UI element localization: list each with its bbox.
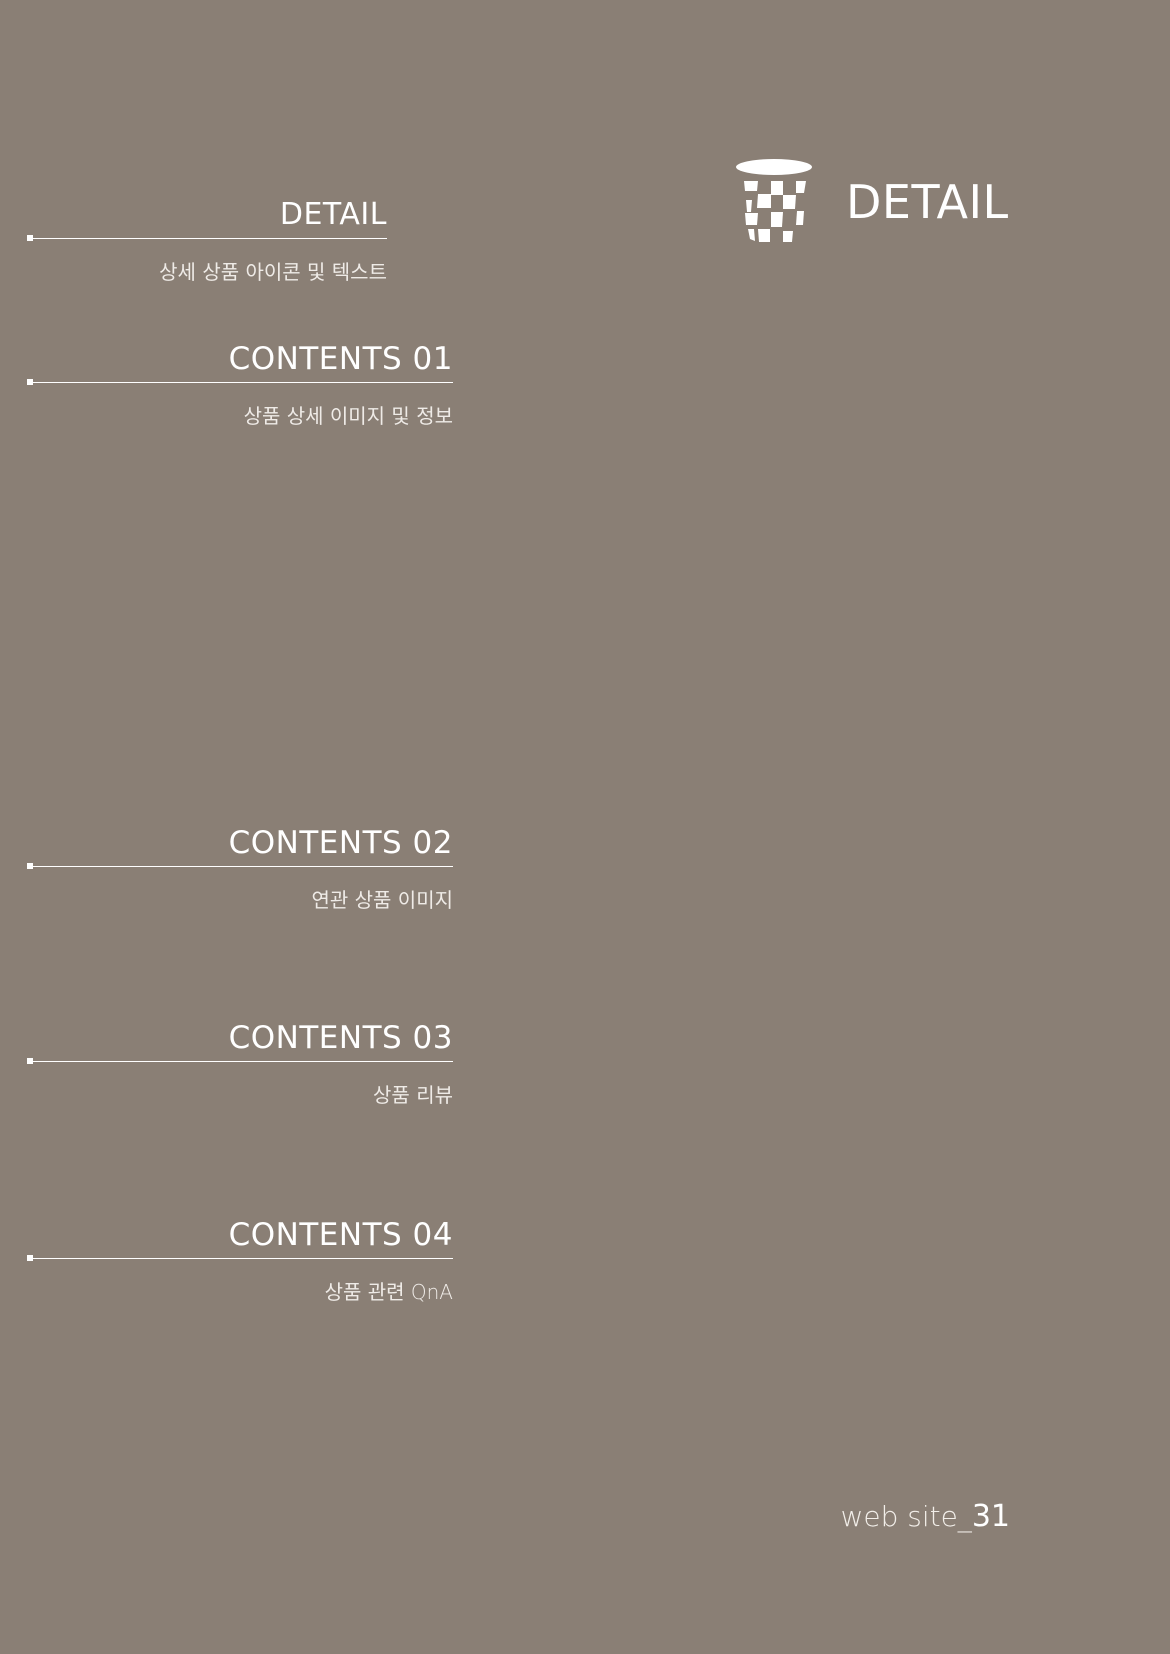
section-divider — [27, 1061, 453, 1062]
section-subtitle: 연관 상품 이미지 — [311, 888, 453, 912]
section-contents-03: CONTENTS 03 상품 리뷰 — [27, 1023, 453, 1113]
divider-marker — [27, 1255, 33, 1261]
section-subtitle: 상품 관련 QnA — [324, 1280, 453, 1304]
hero-title: DETAIL — [846, 175, 1009, 229]
section-title: CONTENTS 01 — [228, 341, 453, 377]
section-subtitle: 상품 리뷰 — [373, 1083, 453, 1107]
section-title: CONTENTS 04 — [228, 1217, 453, 1253]
divider-marker — [27, 1058, 33, 1064]
cup-icon — [736, 159, 812, 242]
section-title: DETAIL — [279, 197, 387, 232]
divider-marker — [27, 235, 33, 241]
section-contents-01: CONTENTS 01 상품 상세 이미지 및 정보 — [27, 344, 453, 434]
section-divider — [27, 382, 453, 383]
hero-header: DETAIL — [734, 155, 1034, 255]
section-subtitle: 상품 상세 이미지 및 정보 — [243, 404, 453, 428]
section-divider — [27, 238, 387, 239]
page-number: 31 — [971, 1499, 1010, 1534]
section-subtitle: 상세 상품 아이콘 및 텍스트 — [159, 260, 387, 284]
section-divider — [27, 1258, 453, 1259]
divider-marker — [27, 379, 33, 385]
section-title: CONTENTS 03 — [228, 1020, 453, 1056]
page-footer: web site_31 — [840, 1502, 1010, 1532]
section-divider — [27, 866, 453, 867]
divider-marker — [27, 863, 33, 869]
section-contents-02: CONTENTS 02 연관 상품 이미지 — [27, 828, 453, 918]
section-title: CONTENTS 02 — [228, 825, 453, 861]
footer-label: web site_ — [840, 1500, 972, 1533]
section-detail: DETAIL 상세 상품 아이콘 및 텍스트 — [27, 200, 387, 290]
section-contents-04: CONTENTS 04 상품 관련 QnA — [27, 1220, 453, 1310]
